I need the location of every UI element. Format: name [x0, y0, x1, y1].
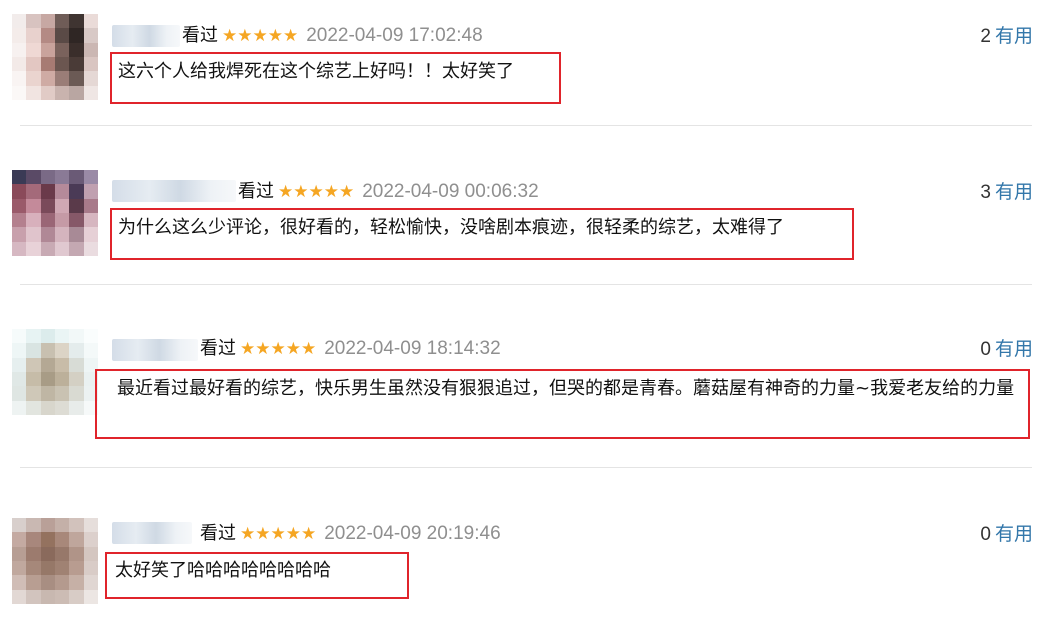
- star-rating-icon: ★★★★★: [240, 339, 317, 359]
- useful-count: 2: [980, 26, 991, 47]
- comment-time: 2022-04-09 00:06:32: [362, 181, 539, 202]
- useful-vote: 0 有用: [980, 522, 1033, 546]
- useful-vote: 3 有用: [980, 180, 1033, 204]
- useful-count: 0: [980, 339, 991, 360]
- avatar[interactable]: [12, 329, 98, 415]
- username-blurred[interactable]: [112, 25, 180, 47]
- comment-meta: 看过 ★★★★★ 2022-04-09 00:06:32: [238, 180, 539, 204]
- comment-time: 2022-04-09 17:02:48: [306, 25, 483, 46]
- username-blurred[interactable]: [112, 339, 198, 361]
- watched-status: 看过: [182, 25, 218, 46]
- useful-button[interactable]: 有用: [995, 25, 1033, 47]
- star-rating-icon: ★★★★★: [240, 524, 317, 544]
- comment-text: 为什么这么少评论，很好看的，轻松愉快，没啥剧本痕迹，很轻柔的综艺，太难得了: [110, 208, 854, 260]
- comment-text: 太好笑了哈哈哈哈哈哈哈哈: [105, 552, 409, 599]
- comment-item: 看过 ★★★★★ 2022-04-09 17:02:48 2 有用 这六个人给我焊死在…: [0, 0, 1049, 125]
- avatar[interactable]: [12, 518, 98, 604]
- comment-text: 最近看过最好看的综艺，快乐男生虽然没有狠狠追过，但哭的都是青春。蘑菇屋有神奇的力…: [95, 369, 1030, 439]
- comment-meta: 看过 ★★★★★ 2022-04-09 18:14:32: [200, 337, 501, 361]
- comment-time: 2022-04-09 20:19:46: [324, 523, 501, 544]
- useful-button[interactable]: 有用: [995, 338, 1033, 360]
- comment-time: 2022-04-09 18:14:32: [324, 338, 501, 359]
- watched-status: 看过: [200, 523, 236, 544]
- comment-item: 看过 ★★★★★ 2022-04-09 18:14:32 0 有用 最近看过最好看的综…: [0, 285, 1049, 467]
- avatar[interactable]: [12, 14, 98, 100]
- useful-button[interactable]: 有用: [995, 523, 1033, 545]
- useful-button[interactable]: 有用: [995, 181, 1033, 203]
- username-blurred[interactable]: [112, 180, 236, 202]
- useful-count: 0: [980, 524, 991, 545]
- useful-vote: 0 有用: [980, 337, 1033, 361]
- comment-meta: 看过 ★★★★★ 2022-04-09 17:02:48: [182, 24, 483, 48]
- watched-status: 看过: [238, 181, 274, 202]
- username-blurred[interactable]: [112, 522, 192, 544]
- useful-vote: 2 有用: [980, 24, 1033, 48]
- star-rating-icon: ★★★★★: [222, 26, 299, 46]
- star-rating-icon: ★★★★★: [278, 182, 355, 202]
- avatar[interactable]: [12, 170, 98, 256]
- watched-status: 看过: [200, 338, 236, 359]
- comment-meta: 看过 ★★★★★ 2022-04-09 20:19:46: [200, 522, 501, 546]
- comment-item: 看过 ★★★★★ 2022-04-09 00:06:32 3 有用 为什么这么少评论，…: [0, 126, 1049, 284]
- useful-count: 3: [980, 182, 991, 203]
- comment-text: 这六个人给我焊死在这个综艺上好吗！！太好笑了: [110, 52, 561, 104]
- comment-item: 看过 ★★★★★ 2022-04-09 20:19:46 0 有用 太好笑了哈哈哈哈哈…: [0, 468, 1049, 619]
